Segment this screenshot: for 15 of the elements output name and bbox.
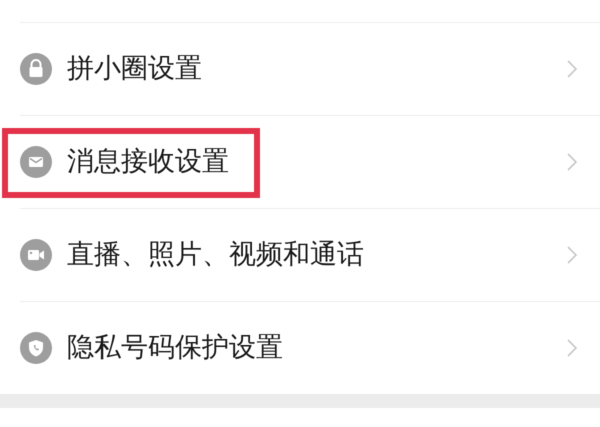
setting-label: 消息接收设置 — [67, 146, 229, 178]
video-camera-icon — [20, 239, 52, 271]
mail-icon — [20, 146, 52, 178]
settings-row[interactable]: 拼小圈设置 — [20, 22, 600, 115]
chevron-right-icon — [566, 338, 578, 358]
chevron-right-icon — [566, 245, 578, 265]
chevron-right-icon — [566, 152, 578, 172]
shield-phone-icon — [20, 332, 52, 364]
setting-label: 直播、照片、视频和通话 — [67, 238, 364, 272]
settings-row[interactable]: 直播、照片、视频和通话 — [20, 208, 600, 301]
chevron-right-icon — [566, 59, 578, 79]
setting-label: 拼小圈设置 — [67, 52, 202, 86]
lock-icon — [20, 53, 52, 85]
setting-label: 隐私号码保护设置 — [67, 332, 283, 364]
settings-row[interactable]: 消息接收设置 — [20, 115, 600, 208]
